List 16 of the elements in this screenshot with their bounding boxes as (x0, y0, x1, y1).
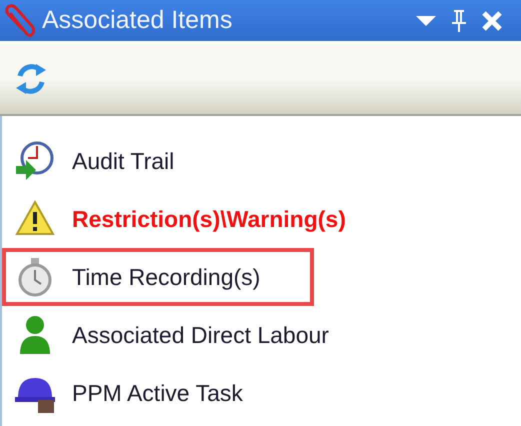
clock-arrow-icon (14, 140, 56, 182)
item-label: Time Recording(s) (72, 264, 260, 290)
dropdown-icon[interactable] (415, 14, 437, 26)
pin-icon[interactable] (451, 8, 467, 32)
list-item[interactable]: Time Recording(s) (2, 248, 314, 306)
item-label: Associated Direct Labour (72, 322, 329, 348)
list-item[interactable]: Restriction(s)\Warning(s) (2, 190, 350, 248)
window-title: Associated Items (42, 6, 232, 35)
list-item[interactable]: Audit Trail (2, 132, 314, 190)
item-label: Restriction(s)\Warning(s) (72, 206, 346, 232)
paperclip-icon (2, 2, 36, 38)
item-label: PPM Active Task (72, 380, 243, 406)
list-item[interactable]: PPM Active Task (2, 364, 314, 422)
close-icon[interactable] (481, 10, 503, 32)
item-label: Audit Trail (72, 148, 174, 174)
list-item[interactable]: Associated Direct Labour (2, 306, 333, 364)
